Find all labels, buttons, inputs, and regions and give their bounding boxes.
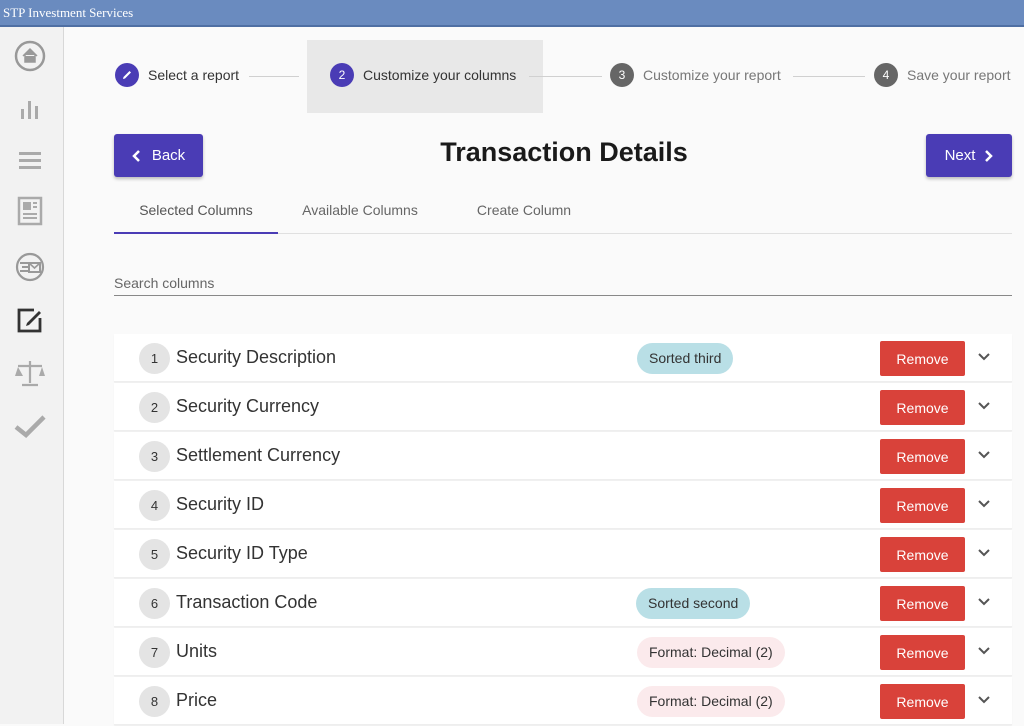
menu-lines-icon[interactable] <box>14 144 46 176</box>
edit-icon[interactable] <box>14 304 46 336</box>
window-title: STP Investment Services <box>3 5 134 20</box>
remove-button[interactable]: Remove <box>880 586 965 621</box>
column-name: Units <box>176 641 218 661</box>
sort-badge: Sorted second <box>636 588 751 619</box>
step-connector <box>793 76 865 77</box>
chevron-down-icon[interactable] <box>976 496 992 512</box>
format-badge: Format: Decimal (2) <box>637 637 785 668</box>
chevron-right-icon <box>985 149 994 162</box>
step-select-report[interactable]: Select a report <box>115 63 239 87</box>
remove-button[interactable]: Remove <box>880 635 965 670</box>
chevron-down-icon[interactable] <box>976 594 992 610</box>
chevron-down-icon[interactable] <box>976 398 992 414</box>
step-label: Customize your columns <box>363 67 517 83</box>
checkmark-icon[interactable] <box>14 410 46 442</box>
column-index: 7 <box>139 637 170 668</box>
step-customize-report[interactable]: 3 Customize your report <box>610 63 781 87</box>
column-name: Security ID <box>176 494 265 514</box>
step-number: 2 <box>330 63 354 87</box>
column-name: Price <box>176 690 218 710</box>
sidebar <box>0 27 64 724</box>
tab-bar: Selected Columns Available Columns Creat… <box>114 192 1012 234</box>
column-name: Transaction Code <box>176 592 318 612</box>
tab-available-columns[interactable]: Available Columns <box>278 192 442 234</box>
column-row[interactable]: 8 Price Format: Decimal (2) Remove <box>114 677 1012 725</box>
document-icon[interactable] <box>14 195 46 227</box>
bar-chart-icon[interactable] <box>14 93 46 125</box>
column-index: 4 <box>139 490 170 521</box>
page-title: Transaction Details <box>440 137 688 167</box>
remove-button[interactable]: Remove <box>880 684 965 719</box>
column-index: 6 <box>139 588 170 619</box>
column-name: Security ID Type <box>176 543 308 563</box>
tab-selected-columns[interactable]: Selected Columns <box>114 192 278 234</box>
remove-button[interactable]: Remove <box>880 341 965 376</box>
column-row[interactable]: 6 Transaction Code Sorted second Remove <box>114 579 1012 627</box>
next-label: Next <box>944 147 976 164</box>
step-connector <box>529 76 602 77</box>
chevron-down-icon[interactable] <box>976 545 992 561</box>
column-index: 3 <box>139 441 170 472</box>
pencil-icon <box>115 63 139 87</box>
column-row[interactable]: 4 Security ID Remove <box>114 481 1012 529</box>
column-index: 2 <box>139 392 170 423</box>
column-index: 5 <box>139 539 170 570</box>
column-row[interactable]: 5 Security ID Type Remove <box>114 530 1012 578</box>
step-label: Save your report <box>907 67 1011 83</box>
column-name: Security Currency <box>176 396 320 416</box>
chevron-down-icon[interactable] <box>976 349 992 365</box>
format-badge: Format: Decimal (2) <box>637 686 785 717</box>
chevron-down-icon[interactable] <box>976 447 992 463</box>
selected-columns-list: 1 Security Description Sorted third Remo… <box>114 334 1012 726</box>
chevron-down-icon[interactable] <box>976 643 992 659</box>
column-index: 8 <box>139 686 170 717</box>
column-row[interactable]: 2 Security Currency Remove <box>114 383 1012 431</box>
step-label: Select a report <box>148 67 240 83</box>
next-button[interactable]: Next <box>926 134 1012 177</box>
column-row[interactable]: 1 Security Description Sorted third Remo… <box>114 334 1012 382</box>
sort-badge: Sorted third <box>637 343 734 374</box>
column-index: 1 <box>139 343 170 374</box>
window-titlebar: STP Investment Services <box>0 0 1024 27</box>
main-content: Select a report 2 Customize your columns… <box>64 27 1024 726</box>
scale-icon[interactable] <box>14 357 46 389</box>
column-row[interactable]: 7 Units Format: Decimal (2) Remove <box>114 628 1012 676</box>
remove-button[interactable]: Remove <box>880 488 965 523</box>
column-row[interactable]: 3 Settlement Currency Remove <box>114 432 1012 480</box>
column-name: Security Description <box>176 347 337 367</box>
tab-create-column[interactable]: Create Column <box>442 192 606 234</box>
remove-button[interactable]: Remove <box>880 439 965 474</box>
step-number: 3 <box>610 63 634 87</box>
step-number: 4 <box>874 63 898 87</box>
column-name: Settlement Currency <box>176 445 341 465</box>
money-transfer-icon[interactable] <box>14 251 46 283</box>
remove-button[interactable]: Remove <box>880 537 965 572</box>
chevron-down-icon[interactable] <box>976 692 992 708</box>
home-icon[interactable] <box>14 40 46 72</box>
step-connector <box>249 76 299 77</box>
remove-button[interactable]: Remove <box>880 390 965 425</box>
step-save-report[interactable]: 4 Save your report <box>874 63 1011 87</box>
step-label: Customize your report <box>643 67 781 83</box>
search-columns-input[interactable] <box>114 270 1012 296</box>
step-customize-columns[interactable]: 2 Customize your columns <box>330 63 516 87</box>
